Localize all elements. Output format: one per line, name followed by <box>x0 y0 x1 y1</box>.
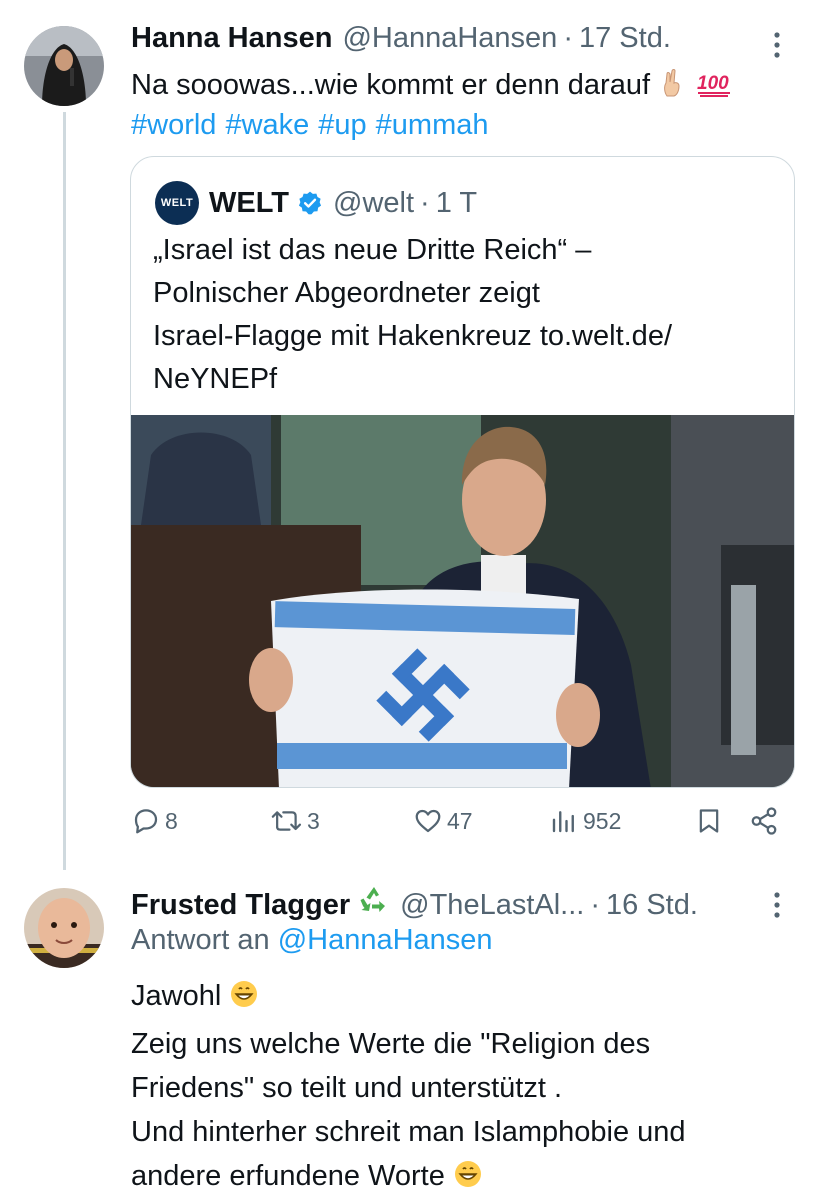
quote-text-line: „Israel ist das neue Dritte Reich“ – <box>153 234 592 266</box>
bookmark-button[interactable] <box>695 806 723 836</box>
bookmark-icon <box>695 806 723 836</box>
quote-media-image[interactable] <box>131 415 794 787</box>
reply-text-line: Und hinterher schreit man Islamphobie un… <box>131 1116 686 1148</box>
reply-text-line: Zeig uns welche Werte die "Religion des <box>131 1028 651 1060</box>
svg-text:100: 100 <box>697 73 729 94</box>
grinning-face-emoji <box>229 978 259 1022</box>
reply-text-line: Friedens" so teilt und unterstützt . <box>131 1072 563 1104</box>
reply-text-line: andere erfundene Worte <box>131 1160 445 1192</box>
quote-text-line[interactable]: NeYNEPf <box>153 358 773 401</box>
author-handle[interactable]: @HannaHansen <box>342 22 557 55</box>
like-count: 47 <box>447 807 473 834</box>
avatar[interactable] <box>24 888 104 968</box>
recycle-emoji <box>358 884 390 922</box>
hashtag-wake[interactable]: #wake <box>225 109 309 141</box>
timestamp[interactable]: 17 Std. <box>579 22 671 55</box>
welt-logo[interactable]: WELT <box>155 181 199 225</box>
quote-text-line[interactable]: Israel-Flagge mit Hakenkreuz to.welt.de/ <box>153 315 773 358</box>
reply-button[interactable]: 8 <box>131 806 178 836</box>
reply-icon <box>131 806 161 836</box>
share-icon <box>749 806 779 836</box>
more-icon[interactable] <box>772 890 782 920</box>
verified-badge-icon <box>297 190 323 216</box>
tweet-text-content: Na sooowas...wie kommt er denn darauf <box>131 69 651 101</box>
view-count: 952 <box>583 807 622 834</box>
repost-button[interactable]: 3 <box>271 806 320 836</box>
reply-author-handle[interactable]: @TheLastAl... <box>400 889 584 922</box>
quote-header: WELT WELT @welt · 1 T <box>155 181 477 225</box>
reply-to-mention[interactable]: @HannaHansen <box>278 924 493 956</box>
grinning-face-emoji <box>453 1158 483 1202</box>
like-button[interactable]: 47 <box>413 806 473 836</box>
tweet-actions: 8 3 47 952 <box>131 806 781 850</box>
quote-timestamp[interactable]: 1 T <box>436 187 477 220</box>
author-name[interactable]: Hanna Hansen <box>131 22 332 55</box>
hashtags: #world #wake #up #ummah <box>131 104 497 146</box>
hashtag-ummah[interactable]: #ummah <box>376 109 489 141</box>
analytics-icon <box>549 806 579 836</box>
thread-line <box>63 112 66 870</box>
separator: · <box>590 889 601 921</box>
reply-text: Jawohl Zeig uns welche Werte die "Religi… <box>131 974 791 1202</box>
reply-timestamp[interactable]: 16 Std. <box>606 889 698 922</box>
victory-hand-emoji <box>658 68 688 110</box>
separator: · <box>420 186 430 219</box>
quote-author-handle[interactable]: @welt <box>333 187 414 220</box>
reply-author-name[interactable]: Frusted Tlagger <box>131 889 350 922</box>
repost-icon <box>271 806 303 836</box>
welt-logo-text: WELT <box>160 197 194 209</box>
separator: · <box>563 22 573 54</box>
quote-tweet-card[interactable]: WELT WELT @welt · 1 T „Israel ist das ne… <box>130 156 795 788</box>
quote-text-line: Polnischer Abgeordneter zeigt <box>153 277 540 309</box>
views-button[interactable]: 952 <box>549 806 621 836</box>
hashtag-up[interactable]: #up <box>318 109 366 141</box>
hundred-points-emoji: 100 <box>696 68 736 110</box>
repost-count: 3 <box>307 807 320 834</box>
quote-author-name[interactable]: WELT <box>209 187 289 220</box>
hashtag-world[interactable]: #world <box>131 109 216 141</box>
reply-count: 8 <box>165 807 178 834</box>
share-button[interactable] <box>749 806 779 836</box>
more-icon[interactable] <box>772 30 782 60</box>
avatar[interactable] <box>24 26 104 106</box>
reply-header: Frusted Tlagger @TheLastAl... · 16 Std. <box>131 884 698 922</box>
quote-text: „Israel ist das neue Dritte Reich“ – Pol… <box>153 229 773 401</box>
reply-text-line: Jawohl <box>131 980 222 1012</box>
reply-context: Antwort an @HannaHansen <box>131 924 493 957</box>
tweet-header: Hanna Hansen @HannaHansen · 17 Std. <box>131 22 671 55</box>
reply-to-label: Antwort an <box>131 924 270 956</box>
heart-icon <box>413 806 443 836</box>
